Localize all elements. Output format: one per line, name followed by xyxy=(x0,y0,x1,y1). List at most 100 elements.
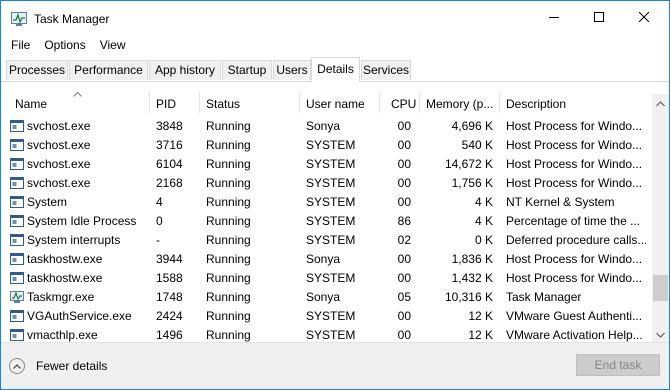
process-status: Running xyxy=(206,271,251,285)
column-divider[interactable] xyxy=(149,92,150,113)
process-description: NT Kernel & System xyxy=(506,195,615,209)
service-window-icon xyxy=(10,272,24,284)
maximize-icon xyxy=(594,11,604,25)
service-window-icon xyxy=(10,139,24,151)
process-cpu: 00 xyxy=(397,138,411,152)
process-description: Deferred procedure calls... xyxy=(506,233,646,247)
process-memory: 12 K xyxy=(468,309,493,323)
process-cpu: 00 xyxy=(397,328,411,342)
column-divider[interactable] xyxy=(199,92,200,113)
tab-strip: Processes Performance App history Startu… xyxy=(1,57,669,82)
table-row[interactable]: VGAuthService.exe 2424 Running SYSTEM 00… xyxy=(1,307,652,326)
process-description: Host Process for Windo... xyxy=(506,157,643,171)
task-manager-icon xyxy=(10,291,24,303)
menu-options[interactable]: Options xyxy=(38,35,93,55)
process-user: Sonya xyxy=(306,290,341,304)
table-row[interactable]: System interrupts - Running SYSTEM 02 0 … xyxy=(1,231,652,250)
menu-file[interactable]: File xyxy=(1,35,38,55)
process-user: SYSTEM xyxy=(306,157,356,171)
maximize-button[interactable] xyxy=(576,1,622,35)
tab-startup[interactable]: Startup xyxy=(222,60,272,80)
process-status: Running xyxy=(206,138,251,152)
table-row[interactable]: vmacthlp.exe 1496 Running SYSTEM 00 12 K… xyxy=(1,326,652,342)
tab-services[interactable]: Services xyxy=(361,60,411,80)
column-header-user-name[interactable]: User name xyxy=(306,82,378,113)
tab-processes[interactable]: Processes xyxy=(6,60,68,80)
service-window-icon xyxy=(10,329,24,341)
process-cpu: 00 xyxy=(397,252,411,266)
process-description: Host Process for Windo... xyxy=(506,119,643,133)
table-row[interactable]: svchost.exe 6104 Running SYSTEM 00 14,67… xyxy=(1,155,652,174)
title-bar[interactable]: Task Manager xyxy=(1,1,669,35)
table-row[interactable]: taskhostw.exe 1588 Running SYSTEM 00 1,4… xyxy=(1,269,652,288)
table-row[interactable]: Taskmgr.exe 1748 Running Sonya 05 10,316… xyxy=(1,288,652,307)
process-user: SYSTEM xyxy=(306,309,356,323)
process-pid: 1588 xyxy=(156,271,183,285)
process-pid: 3848 xyxy=(156,119,183,133)
scroll-down-button[interactable] xyxy=(652,325,669,342)
column-divider[interactable] xyxy=(379,92,380,113)
process-description: Host Process for Windo... xyxy=(506,138,643,152)
process-cpu: 00 xyxy=(397,271,411,285)
column-header-pid[interactable]: PID xyxy=(156,82,200,113)
process-status: Running xyxy=(206,176,251,190)
service-window-icon xyxy=(10,215,24,227)
process-status: Running xyxy=(206,157,251,171)
table-row[interactable]: System Idle Process 0 Running SYSTEM 86 … xyxy=(1,212,652,231)
minimize-icon xyxy=(549,11,559,25)
process-memory: 12 K xyxy=(468,328,493,342)
fewer-details-button[interactable]: Fewer details xyxy=(9,355,107,377)
process-description: VMware Guest Authenti... xyxy=(506,309,643,323)
process-memory: 1,756 K xyxy=(451,176,493,190)
chevron-up-icon xyxy=(656,96,665,110)
end-task-button[interactable]: End task xyxy=(576,354,660,376)
tab-users[interactable]: Users xyxy=(273,60,311,80)
scroll-thumb[interactable] xyxy=(653,275,668,301)
process-pid: 2168 xyxy=(156,176,183,190)
process-user: SYSTEM xyxy=(306,214,356,228)
column-header-description[interactable]: Description xyxy=(506,82,646,113)
process-memory: 4 K xyxy=(474,195,493,209)
process-memory: 4,696 K xyxy=(451,119,493,133)
process-user: SYSTEM xyxy=(306,328,356,342)
process-pid: - xyxy=(156,233,160,247)
tab-app-history[interactable]: App history xyxy=(149,60,221,80)
process-name: svchost.exe xyxy=(27,176,91,190)
table-row[interactable]: svchost.exe 3716 Running SYSTEM 00 540 K… xyxy=(1,136,652,155)
scroll-up-button[interactable] xyxy=(652,94,669,111)
table-row[interactable]: System 4 Running SYSTEM 00 4 K NT Kernel… xyxy=(1,193,652,212)
column-header-status[interactable]: Status xyxy=(206,82,300,113)
column-header-cpu[interactable]: CPU xyxy=(391,82,419,113)
process-cpu: 00 xyxy=(397,157,411,171)
close-button[interactable] xyxy=(621,1,667,35)
table-row[interactable]: svchost.exe 2168 Running SYSTEM 00 1,756… xyxy=(1,174,652,193)
table-row[interactable]: taskhostw.exe 3944 Running Sonya 00 1,83… xyxy=(1,250,652,269)
menu-view[interactable]: View xyxy=(94,35,134,55)
table-row[interactable]: svchost.exe 3848 Running Sonya 00 4,696 … xyxy=(1,117,652,136)
column-divider[interactable] xyxy=(499,92,500,113)
process-name: taskhostw.exe xyxy=(27,252,103,266)
process-status: Running xyxy=(206,214,251,228)
service-window-icon xyxy=(10,196,24,208)
column-header-memory[interactable]: Memory (p... xyxy=(426,82,498,113)
tab-details[interactable]: Details xyxy=(311,57,360,82)
table-header: Name PID Status User name CPU Memory (p.… xyxy=(1,82,652,113)
process-user: SYSTEM xyxy=(306,233,356,247)
column-header-name[interactable]: Name xyxy=(15,82,149,113)
process-memory: 10,316 K xyxy=(444,290,493,304)
column-divider[interactable] xyxy=(419,92,420,113)
process-name: vmacthlp.exe xyxy=(27,328,98,342)
process-status: Running xyxy=(206,195,251,209)
service-window-icon xyxy=(10,158,24,170)
minimize-button[interactable] xyxy=(531,1,577,35)
process-description: Percentage of time the ... xyxy=(506,214,641,228)
process-status: Running xyxy=(206,119,251,133)
tab-performance[interactable]: Performance xyxy=(69,60,148,80)
process-description: Task Manager xyxy=(506,290,582,304)
process-memory: 1,432 K xyxy=(451,271,493,285)
process-memory: 14,672 K xyxy=(444,157,493,171)
process-memory: 540 K xyxy=(461,138,493,152)
process-name: svchost.exe xyxy=(27,138,91,152)
vertical-scrollbar[interactable] xyxy=(652,94,669,342)
column-divider[interactable] xyxy=(299,92,300,113)
